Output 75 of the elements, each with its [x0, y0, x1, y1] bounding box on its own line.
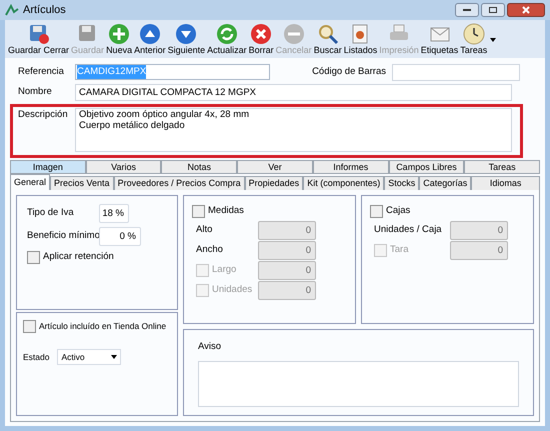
notice-field[interactable] — [198, 361, 519, 408]
floppy-disk-icon — [28, 23, 50, 45]
field-label: Unidades / Caja — [374, 224, 442, 236]
checkbox-label: Tara — [390, 243, 408, 258]
toolbar-button[interactable]: Nueva — [105, 23, 134, 56]
field-label: Referencia — [17, 64, 65, 79]
field-label: Ancho — [196, 244, 223, 256]
close-button[interactable] — [507, 3, 545, 17]
number-field[interactable]: 18 % — [99, 204, 129, 223]
number-field[interactable]: 0 — [450, 220, 508, 240]
selected-text: CAMDIG12MPX — [77, 64, 146, 80]
toolbar-button[interactable]: Buscar — [312, 23, 343, 56]
tab[interactable]: Kit (componentes) — [303, 176, 384, 190]
barcode-field[interactable] — [392, 64, 520, 80]
tab[interactable]: Precios Venta — [50, 176, 114, 190]
tab[interactable]: Proveedores / Precios Compra — [114, 176, 245, 190]
window-title: Artículos — [23, 2, 66, 18]
toolbar-button[interactable]: Actualizar — [206, 23, 248, 56]
checkbox-label: Cajas — [386, 204, 410, 218]
toolbar-button[interactable]: Borrar — [248, 23, 275, 56]
description-field[interactable]: Objetivo zoom óptico angular 4x, 28 mm Cuerpo metálico delgado — [75, 108, 512, 152]
number-field[interactable]: 0 — [258, 220, 316, 240]
field-label: Aviso — [198, 340, 222, 354]
checkbox-label: Largo — [212, 263, 236, 278]
down-icon — [175, 23, 198, 45]
add-icon — [108, 23, 130, 45]
app-logo-icon — [5, 4, 19, 16]
field-label: Beneficio mínimo — [27, 229, 99, 244]
tab[interactable]: General — [10, 174, 50, 190]
checkbox-label: Aplicar retención — [43, 250, 114, 264]
field-label: Nombre — [17, 84, 53, 99]
tab[interactable]: Informes — [312, 160, 389, 174]
name-field[interactable]: CAMARA DIGITAL COMPACTA 12 MGPX — [75, 84, 512, 100]
toolbar-button[interactable]: Guardar Cerrar — [7, 23, 70, 56]
delete-icon — [250, 23, 272, 45]
tab[interactable]: Campos Libres — [388, 160, 464, 174]
field-label: Código de Barras — [312, 64, 386, 79]
field-label: Tipo de Iva — [27, 206, 75, 220]
search-icon — [316, 23, 339, 45]
close-icon — [522, 6, 530, 14]
checkbox-label: Medidas — [208, 204, 244, 218]
toolbar-button[interactable]: Anterior — [133, 23, 167, 56]
minimize-button[interactable] — [455, 3, 479, 17]
tab[interactable]: Imagen — [10, 160, 86, 174]
refresh-icon — [216, 23, 238, 45]
field-label: Descripción — [17, 108, 69, 122]
tab[interactable]: Tareas — [464, 160, 540, 174]
tab[interactable]: Ver — [237, 160, 313, 174]
checkbox-label: Artículo incluído en Tienda Online — [39, 320, 166, 333]
tab[interactable]: Notas — [161, 160, 238, 174]
toolbar-button[interactable]: Siguiente — [166, 23, 206, 56]
checkbox[interactable] — [370, 204, 383, 218]
number-field[interactable]: 0 % — [99, 227, 141, 246]
checkbox[interactable] — [27, 250, 40, 264]
up-icon — [138, 23, 161, 45]
tab[interactable]: Idiomas — [471, 176, 540, 190]
toolbar-button[interactable]: Etiquetas — [420, 23, 460, 56]
tab[interactable]: Propiedades — [244, 176, 304, 190]
number-field[interactable]: 0 — [258, 240, 316, 260]
tab[interactable]: Categorías — [419, 176, 472, 190]
clock-icon — [462, 23, 485, 45]
field-label: Alto — [196, 224, 212, 236]
status-dropdown[interactable]: Activo — [57, 349, 122, 365]
tab[interactable]: Stocks — [384, 176, 420, 190]
checkbox[interactable] — [23, 320, 36, 333]
field-label: Estado — [23, 350, 50, 364]
cancel-icon — [282, 23, 305, 45]
restore-button[interactable] — [481, 3, 505, 17]
tab[interactable]: Varios — [86, 160, 162, 174]
dropdown-arrow-icon[interactable] — [490, 38, 496, 42]
toolbar-button[interactable]: Tareas — [459, 23, 488, 56]
toolbar-button[interactable]: Listados — [342, 23, 378, 56]
checkbox-label: Unidades — [212, 283, 252, 298]
checkbox[interactable] — [192, 204, 205, 218]
dropdown-arrow-icon — [111, 355, 118, 359]
